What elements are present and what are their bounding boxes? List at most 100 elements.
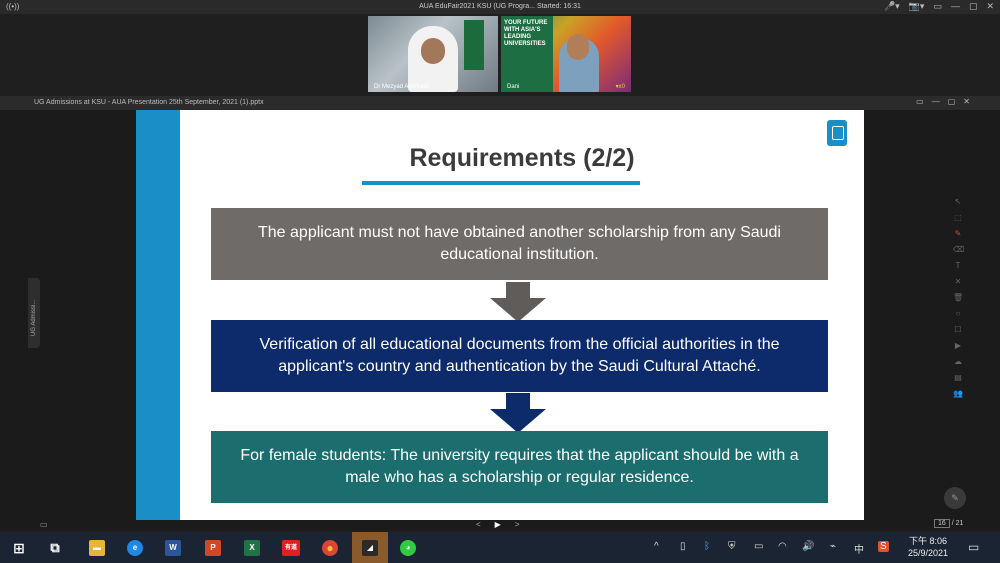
delete-icon[interactable]: 🗑 — [953, 292, 963, 304]
taskbar-app-chrome[interactable]: ● — [315, 536, 345, 560]
layout-icon[interactable]: ▭ — [916, 97, 924, 106]
previous-slide-button[interactable]: < — [476, 520, 481, 529]
meeting-title-bar: ((•)) AUA EduFair2021 KSU (UG Progra... … — [0, 0, 1000, 14]
down-arrow-icon — [490, 282, 546, 322]
edit-icon[interactable]: ☐ — [953, 324, 963, 336]
presentation-window-controls: ▭ — ▢ ✕ — [916, 97, 970, 106]
close-icon[interactable]: ✕ — [986, 1, 994, 12]
presentation-title-bar: UG Admissions at KSU - AUA Presentation … — [0, 96, 1000, 110]
wifi-icon[interactable]: ◠ — [778, 541, 787, 552]
total-pages: / 21 — [951, 520, 964, 527]
circle-icon[interactable]: ○ — [953, 308, 963, 320]
presentation-filename: UG Admissions at KSU - AUA Presentation … — [34, 99, 264, 106]
microphone-icon[interactable]: 🎤▾ — [884, 1, 900, 12]
flag-graphic — [464, 20, 484, 70]
task-view-icon: ⧉ — [50, 540, 60, 555]
taskbar-app-wechat[interactable]: ◕ — [393, 536, 423, 560]
requirement-box-1: The applicant must not have obtained ano… — [211, 208, 828, 280]
annotation-toggle-button[interactable]: ✎ — [944, 487, 966, 509]
participant-video-1[interactable]: Dr Mezyad Alterkawi — [368, 16, 498, 92]
meeting-controls: 🎤▾ 📷▾ ▭ — ▢ ✕ — [884, 1, 994, 12]
show-hidden-icons[interactable]: ^ — [654, 541, 659, 552]
signal-icon: ▾x0 — [615, 84, 625, 90]
minimize-icon[interactable]: — — [951, 1, 960, 12]
internet-explorer-icon: e — [127, 540, 143, 556]
slide: Requirements (2/2) The applicant must no… — [136, 110, 864, 520]
text-icon[interactable]: T — [953, 260, 963, 272]
camera-icon[interactable]: 📷▾ — [909, 1, 925, 12]
next-slide-button[interactable]: > — [515, 520, 520, 529]
eraser-icon[interactable]: ⌫ — [953, 244, 964, 256]
participant-video-2[interactable]: YOUR FUTURE WITH ASIA'S LEADING UNIVERSI… — [501, 16, 631, 92]
word-icon: W — [165, 540, 181, 556]
taskbar: ⊞ ⧉ ▬ e W P X 有道 ● ◢ ◕ ^ ▯ ᛒ ⛨ ▭ ◠ 🔊 ⌁ 中… — [0, 532, 1000, 563]
close-icon[interactable]: ✕ — [963, 97, 970, 106]
slide-nav-controls: < ▶ > — [476, 520, 520, 529]
video-icon[interactable]: ▶ — [953, 340, 963, 352]
volume-icon[interactable]: 🔊 — [802, 541, 814, 552]
taskbar-app-internet-explorer[interactable]: e — [120, 536, 150, 560]
system-tray: ^ ▯ ᛒ ⛨ ▭ ◠ 🔊 ⌁ 中 S 下午 8:06 25/9/2021 ▭ — [650, 532, 1000, 563]
security-icon[interactable]: ⛨ — [728, 541, 736, 552]
meeting-title: AUA EduFair2021 KSU (UG Progra... Starte… — [419, 3, 581, 10]
taskbar-app-file-explorer[interactable]: ▬ — [82, 536, 112, 560]
taskbar-app-excel[interactable]: X — [237, 536, 267, 560]
select-icon[interactable]: ⬚ — [953, 212, 963, 224]
slide-accent-stripe — [136, 110, 180, 520]
participant-name: Dani — [507, 84, 520, 90]
participants-icon[interactable]: 👥 — [953, 388, 963, 400]
taskbar-app-word[interactable]: W — [158, 536, 188, 560]
layers-icon[interactable]: ▤ — [953, 372, 963, 384]
maximize-icon[interactable]: ▢ — [948, 97, 956, 106]
clock-date: 25/9/2021 — [907, 548, 949, 558]
side-panel-tab[interactable]: UG Admissi... — [28, 278, 40, 348]
powerpoint-icon: P — [205, 540, 221, 556]
clock-time: 下午 8:06 — [908, 536, 948, 546]
thumbnail-panel-icon[interactable]: ▭ — [40, 520, 48, 529]
folder-icon: ▬ — [89, 540, 105, 556]
clear-icon[interactable]: ✕ — [953, 276, 963, 288]
bluetooth-icon[interactable]: ᛒ — [704, 541, 710, 552]
taskbar-clock[interactable]: 下午 8:06 25/9/2021 — [902, 535, 954, 559]
minimize-icon[interactable]: — — [932, 97, 940, 106]
meeting-app-icon: ◢ — [362, 539, 378, 556]
requirement-box-3: For female students: The university requ… — [211, 431, 828, 503]
participant-face — [567, 34, 589, 60]
input-method-indicator[interactable]: 中 — [854, 541, 864, 556]
slide-navigation-bar: ▭ < ▶ > 16 / 21 — [0, 519, 1000, 530]
start-button[interactable]: ⊞ — [4, 536, 34, 560]
windows-icon: ⊞ — [13, 540, 25, 556]
university-logo-icon — [827, 120, 847, 146]
pointer-icon[interactable]: ↖ — [953, 196, 963, 208]
layout-icon[interactable]: ▭ — [933, 1, 942, 12]
taskbar-app-powerpoint[interactable]: P — [198, 536, 228, 560]
video-strip: Dr Mezyad Alterkawi YOUR FUTURE WITH ASI… — [0, 14, 1000, 96]
pen-workspace-icon[interactable]: ⌁ — [830, 541, 836, 552]
play-button[interactable]: ▶ — [495, 520, 501, 529]
youdao-icon: 有道 — [282, 540, 300, 556]
poster-text: YOUR FUTURE WITH ASIA'S LEADING UNIVERSI… — [501, 16, 553, 92]
battery-icon[interactable]: ▭ — [754, 541, 763, 552]
annotation-toolbar: ↖ ⬚ ✎ ⌫ T ✕ 🗑 ○ ☐ ▶ ☁ ▤ 👥 — [950, 196, 966, 408]
wechat-icon: ◕ — [400, 540, 416, 556]
device-icon[interactable]: ▯ — [680, 541, 686, 552]
page-indicator: 16 / 21 — [934, 519, 964, 528]
cloud-icon[interactable]: ☁ — [953, 356, 963, 368]
participant-name: Dr Mezyad Alterkawi — [374, 84, 429, 90]
maximize-icon[interactable]: ▢ — [969, 1, 978, 12]
participant-face — [421, 38, 445, 64]
title-underline — [362, 181, 640, 185]
sogou-input-icon[interactable]: S — [878, 541, 889, 552]
notification-icon[interactable]: ▭ — [968, 540, 979, 554]
taskbar-app-voov-meeting[interactable]: ◢ — [352, 532, 388, 563]
slide-title: Requirements (2/2) — [409, 144, 635, 172]
side-panel-label: UG Admissi... — [31, 299, 37, 336]
down-arrow-icon — [490, 393, 546, 433]
excel-icon: X — [244, 540, 260, 556]
task-view-button[interactable]: ⧉ — [40, 536, 70, 560]
current-page-input[interactable]: 16 — [934, 519, 950, 528]
pen-icon[interactable]: ✎ — [953, 228, 963, 240]
requirement-box-2: Verification of all educational document… — [211, 320, 828, 392]
taskbar-app-youdao[interactable]: 有道 — [276, 536, 306, 560]
chrome-icon: ● — [322, 540, 338, 556]
